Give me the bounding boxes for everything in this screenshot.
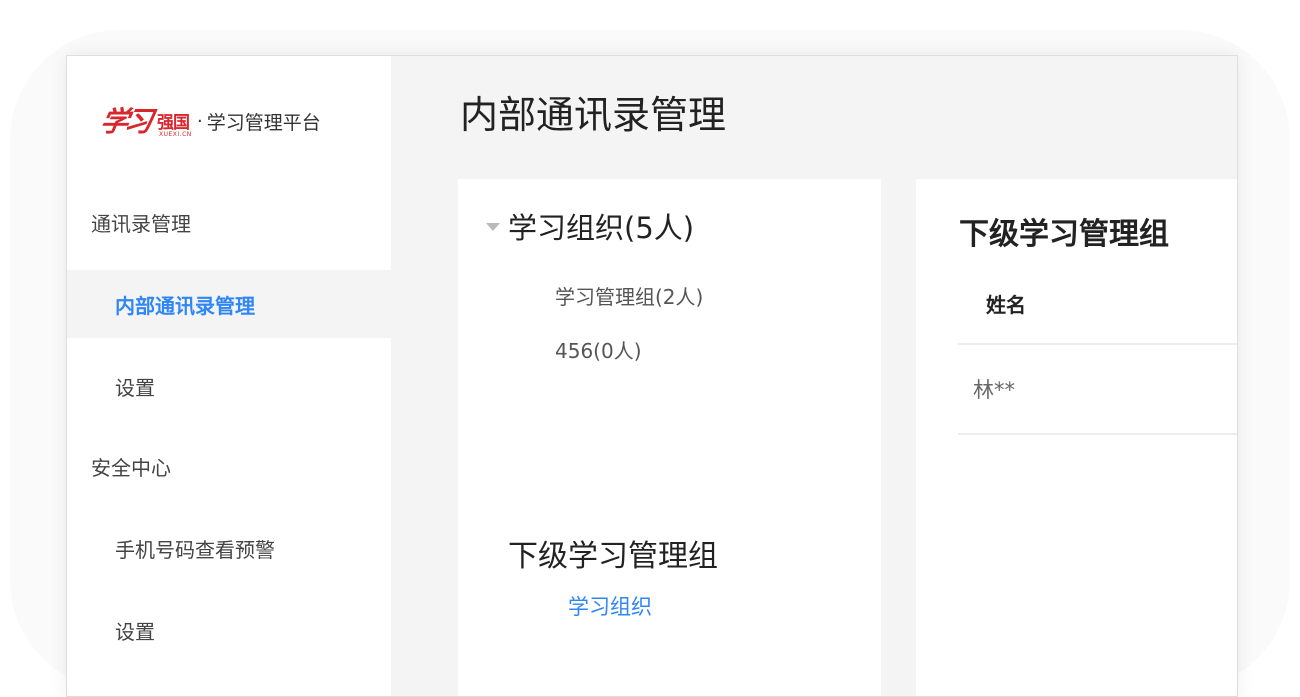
nav-section-contacts[interactable]: 通讯录管理 — [91, 208, 191, 237]
sidebar-item-contacts-settings[interactable]: 设置 — [67, 352, 391, 420]
page-title: 内部通讯录管理 — [460, 93, 727, 137]
sidebar-item-label: 内部通讯录管理 — [115, 293, 255, 318]
logo-strong-text: 强国 — [157, 113, 190, 133]
table-cell-name: 林** — [973, 378, 1015, 402]
sub-groups-heading: 下级学习管理组 — [508, 539, 718, 574]
nav-section-security[interactable]: 安全中心 — [91, 452, 171, 481]
sidebar: 学习 强国 XUEXI.CN · 学习管理平台 通讯录管理 内部通讯录管理 设置… — [67, 56, 391, 696]
org-tree-panel: 学习组织(5人) 学习管理组(2人) 456(0人) 下级学习管理组 学习组织 — [458, 179, 881, 696]
app-window: 学习 强国 XUEXI.CN · 学习管理平台 通讯录管理 内部通讯录管理 设置… — [66, 55, 1238, 697]
sidebar-item-security-settings[interactable]: 设置 — [67, 596, 391, 664]
xuexi-logo-mark: 学习 强国 XUEXI.CN — [98, 96, 201, 146]
tree-root-label: 学习组织(5人) — [508, 211, 695, 245]
tree-node-456[interactable]: 456(0人) — [555, 335, 642, 364]
table-title: 下级学习管理组 — [959, 217, 1169, 252]
sidebar-item-label: 设置 — [115, 619, 155, 644]
caret-down-icon[interactable] — [486, 223, 500, 231]
tree-node-study-group[interactable]: 学习管理组(2人) — [555, 281, 703, 310]
members-table: 姓名 林** — [958, 263, 1237, 435]
logo[interactable]: 学习 强国 XUEXI.CN · 学习管理平台 — [98, 96, 321, 146]
table-header-name: 姓名 — [958, 263, 1237, 345]
table-row[interactable]: 林** — [958, 345, 1237, 435]
logo-domain-text: XUEXI.CN — [159, 131, 192, 138]
logo-calligraphy: 学习 — [97, 105, 152, 138]
sub-groups-table-panel: 下级学习管理组 姓名 林** — [916, 179, 1237, 696]
sidebar-item-phone-warning[interactable]: 手机号码查看预警 — [67, 514, 391, 582]
sidebar-item-label: 设置 — [115, 375, 155, 400]
sidebar-item-internal-contacts[interactable]: 内部通讯录管理 — [67, 270, 391, 338]
sub-group-link[interactable]: 学习组织 — [568, 591, 652, 621]
sidebar-item-label: 手机号码查看预警 — [115, 537, 275, 562]
logo-subtitle: 学习管理平台 — [206, 111, 321, 134]
tree-root-node[interactable]: 学习组织(5人) — [486, 205, 694, 247]
